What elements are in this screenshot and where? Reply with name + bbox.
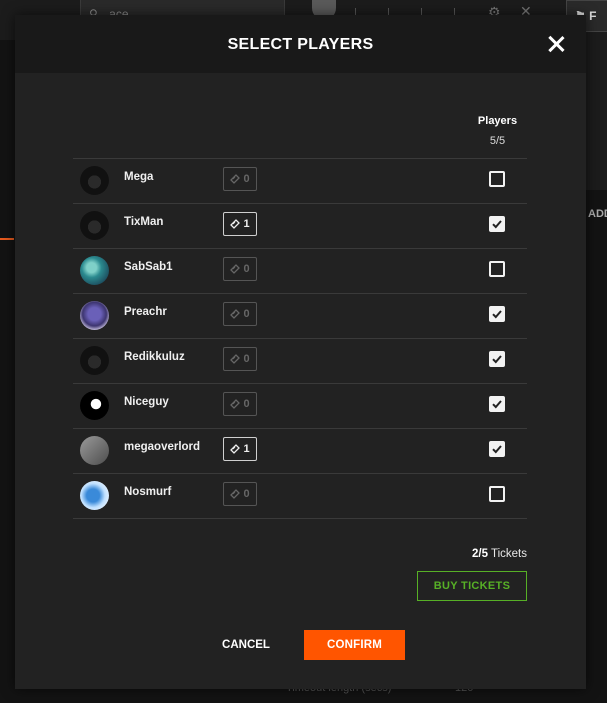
close-icon[interactable] <box>545 33 567 55</box>
player-name: Nosmurf <box>124 486 172 498</box>
cancel-button[interactable]: CANCEL <box>211 630 281 660</box>
player-name: Mega <box>124 171 154 183</box>
player-row[interactable]: Niceguy 0 <box>73 383 527 428</box>
modal-header: SELECT PLAYERS <box>15 15 586 73</box>
avatar <box>80 391 109 420</box>
player-name: Preachr <box>124 306 167 318</box>
ticket-icon <box>230 399 241 409</box>
select-players-modal: SELECT PLAYERS Players 5/5 Mega 0 TixMan 1 S… <box>15 15 586 689</box>
tickets-count: 2/5 <box>472 548 488 560</box>
ticket-icon <box>230 309 241 319</box>
player-row[interactable]: SabSab1 0 <box>73 248 527 293</box>
confirm-button[interactable]: CONFIRM <box>304 630 405 660</box>
ticket-icon <box>230 354 241 364</box>
checkmark-icon <box>492 355 502 364</box>
ticket-badge: 0 <box>223 347 257 371</box>
player-checkbox[interactable] <box>489 261 505 277</box>
ticket-icon <box>230 219 241 229</box>
players-count: 5/5 <box>489 135 506 147</box>
player-row[interactable]: Preachr 0 <box>73 293 527 338</box>
avatar <box>80 301 109 330</box>
player-checkbox[interactable] <box>489 396 505 412</box>
ticket-badge: 1 <box>223 212 257 236</box>
ticket-count: 0 <box>243 308 250 320</box>
ticket-badge: 0 <box>223 257 257 281</box>
player-row[interactable]: Mega 0 <box>73 158 527 203</box>
ticket-count: 0 <box>243 398 250 410</box>
modal-title: SELECT PLAYERS <box>227 36 374 53</box>
ticket-icon <box>230 444 241 454</box>
checkmark-icon <box>492 445 502 454</box>
player-row[interactable]: Nosmurf 0 <box>73 473 527 519</box>
avatar <box>80 211 109 240</box>
ticket-badge: 0 <box>223 482 257 506</box>
avatar <box>80 346 109 375</box>
player-row[interactable]: TixMan 1 <box>73 203 527 248</box>
background-right-panel <box>586 40 607 190</box>
avatar <box>80 481 109 510</box>
ticket-badge: 1 <box>223 437 257 461</box>
tickets-label: Tickets <box>491 548 527 560</box>
ticket-badge: 0 <box>223 392 257 416</box>
player-name: megaoverlord <box>124 441 201 453</box>
player-checkbox[interactable] <box>489 351 505 367</box>
player-checkbox[interactable] <box>489 441 505 457</box>
player-row[interactable]: megaoverlord 1 <box>73 428 527 473</box>
ticket-count: 0 <box>243 488 250 500</box>
background-filter-label: F <box>589 9 597 23</box>
ticket-count: 0 <box>243 353 250 365</box>
ticket-count: 0 <box>243 263 250 275</box>
ticket-count: 1 <box>243 443 250 455</box>
checkmark-icon <box>492 220 502 229</box>
avatar <box>80 166 109 195</box>
ticket-icon <box>230 264 241 274</box>
background-active-indicator <box>0 238 14 240</box>
tickets-summary: 2/5 Tickets <box>472 548 527 560</box>
player-checkbox[interactable] <box>489 486 505 502</box>
checkmark-icon <box>492 310 502 319</box>
avatar <box>80 256 109 285</box>
ticket-count: 0 <box>243 173 250 185</box>
player-row[interactable]: Redikkuluz 0 <box>73 338 527 383</box>
ticket-badge: 0 <box>223 167 257 191</box>
players-column-header: Players <box>477 115 518 127</box>
background-add-label[interactable]: ADD <box>588 208 607 220</box>
player-checkbox[interactable] <box>489 306 505 322</box>
player-checkbox[interactable] <box>489 216 505 232</box>
player-checkbox[interactable] <box>489 171 505 187</box>
player-name: TixMan <box>124 216 164 228</box>
ticket-icon <box>230 489 241 499</box>
checkmark-icon <box>492 400 502 409</box>
ticket-count: 1 <box>243 218 250 230</box>
player-name: Niceguy <box>124 396 169 408</box>
buy-tickets-button[interactable]: BUY TICKETS <box>417 571 527 601</box>
player-name: SabSab1 <box>124 261 173 273</box>
player-list: Mega 0 TixMan 1 SabSab1 0 Preachr 0 Redikkuluz 0 N… <box>73 158 527 519</box>
ticket-badge: 0 <box>223 302 257 326</box>
avatar <box>80 436 109 465</box>
player-name: Redikkuluz <box>124 351 185 363</box>
ticket-icon <box>230 174 241 184</box>
